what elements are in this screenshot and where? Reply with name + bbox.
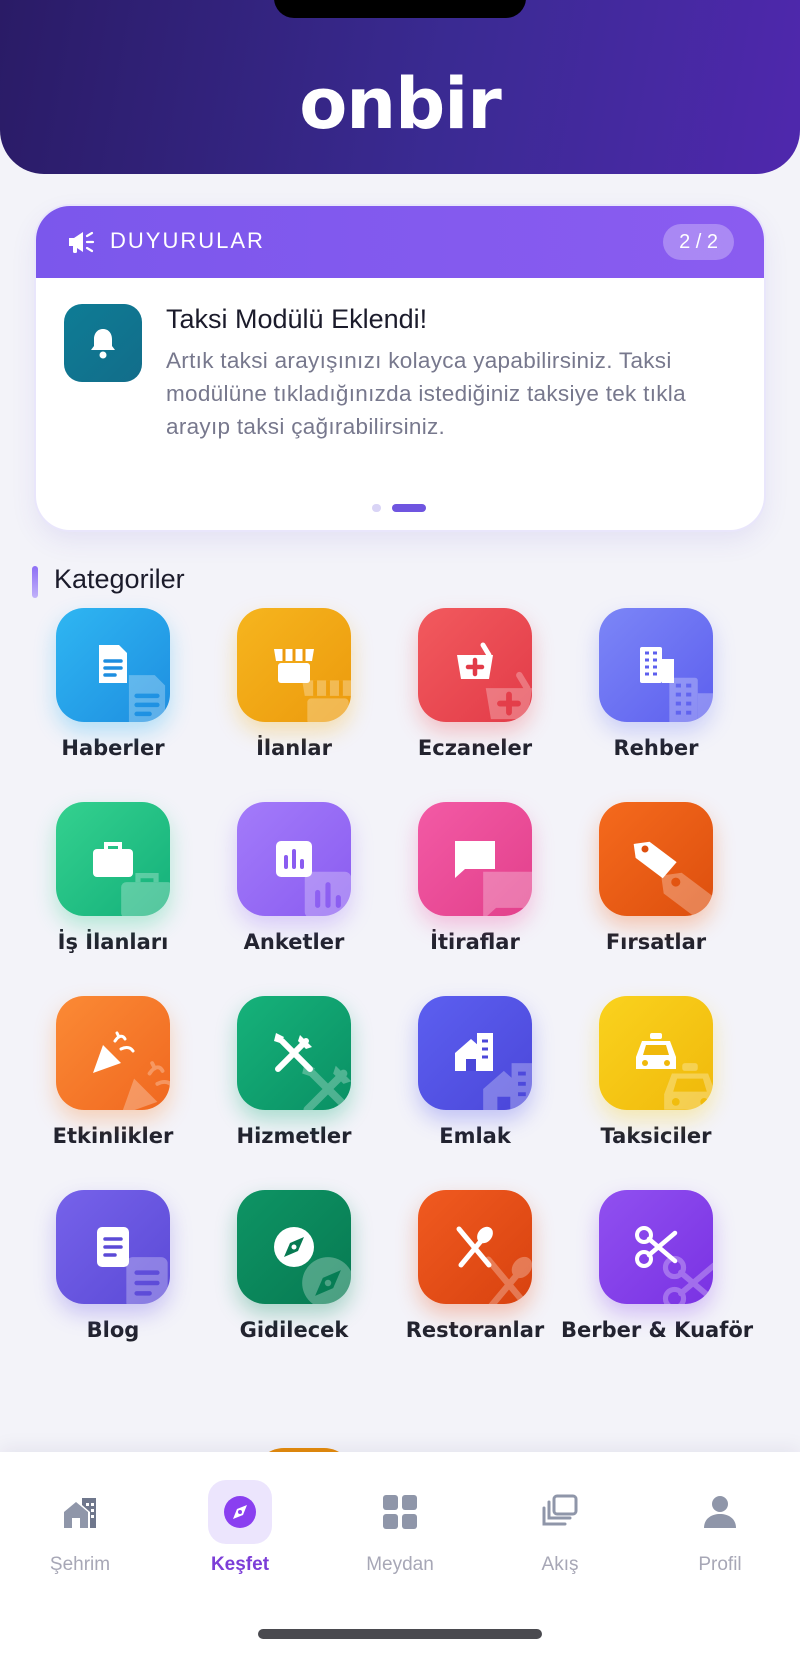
news-icon <box>99 645 127 683</box>
category-taksiciler[interactable]: Taksiciler <box>561 996 751 1148</box>
category-tile[interactable] <box>237 608 351 722</box>
chat-bubble-icon <box>455 841 495 878</box>
category-i-tiraflar[interactable]: İtiraflar <box>380 802 570 954</box>
scissors-icon <box>635 1226 678 1268</box>
category-i-ş-i-lanları[interactable]: İş İlanları <box>18 802 208 954</box>
tools-icon <box>274 1033 313 1072</box>
feed-stack-icon <box>542 1494 578 1526</box>
announcement-pager: 2 / 2 <box>663 224 734 260</box>
category-label: İlanlar <box>256 736 332 760</box>
category-label: Taksiciler <box>600 1124 712 1148</box>
carousel-dot-active[interactable] <box>392 504 426 512</box>
category-label: Rehber <box>613 736 699 760</box>
category-tile[interactable] <box>418 1190 532 1304</box>
grid-icon <box>383 1495 417 1529</box>
tab-sehrim[interactable]: Şehrim <box>0 1452 160 1576</box>
announcement-icon-tile <box>64 304 142 382</box>
category-restoranlar[interactable]: Restoranlar <box>380 1190 570 1342</box>
poll-icon <box>276 841 312 877</box>
category-label: İş İlanları <box>57 930 169 954</box>
category-tile[interactable] <box>56 996 170 1110</box>
category-rehber[interactable]: Rehber <box>561 608 751 760</box>
category-label: Berber & Kuaför <box>561 1318 754 1342</box>
carousel-dot[interactable] <box>372 504 381 512</box>
category-tile[interactable] <box>599 608 713 722</box>
announcement-title: Taksi Modülü Eklendi! <box>166 304 428 334</box>
briefcase-icon <box>93 842 133 877</box>
category-label: Etkinlikler <box>52 1124 174 1148</box>
fork-spoon-icon <box>456 1226 493 1268</box>
category-label: Eczaneler <box>417 736 533 760</box>
app-logo: onbir <box>299 63 502 145</box>
category-tile[interactable] <box>56 608 170 722</box>
storefront-icon <box>274 649 314 683</box>
category-tile[interactable] <box>237 1190 351 1304</box>
category-tile[interactable] <box>56 1190 170 1304</box>
party-popper-icon <box>93 1031 135 1073</box>
announcement-card[interactable]: DUYURULAR 2 / 2 Taksi Modülü Eklendi! Ar… <box>36 206 764 530</box>
building-icon <box>640 647 674 683</box>
announcement-body: Artık taksi arayışınızı kolayca yapabili… <box>166 348 686 439</box>
category-tile[interactable] <box>237 996 351 1110</box>
compass-icon <box>274 1227 314 1267</box>
category-anketler[interactable]: Anketler <box>199 802 389 954</box>
bottom-tab-bar: Şehrim Keşfet Meydan Akış Profil <box>0 1452 800 1654</box>
category-tile[interactable] <box>599 996 713 1110</box>
category-i-lanlar[interactable]: İlanlar <box>199 608 389 760</box>
tab-profil[interactable]: Profil <box>640 1452 800 1576</box>
category-label: İtiraflar <box>430 930 520 954</box>
tab-meydan[interactable]: Meydan <box>320 1452 480 1576</box>
category-tile[interactable] <box>599 1190 713 1304</box>
document-icon <box>97 1227 129 1267</box>
category-label: Emlak <box>439 1124 511 1148</box>
user-icon <box>704 1496 736 1528</box>
section-title: Kategoriler <box>54 564 185 594</box>
app-header: onbir <box>0 0 800 174</box>
pharmacy-icon <box>457 642 493 679</box>
category-eczaneler[interactable]: Eczaneler <box>380 608 570 760</box>
device-notch <box>274 0 526 18</box>
section-accent-bar <box>32 566 38 598</box>
category-tile[interactable] <box>418 996 532 1110</box>
category-tile[interactable] <box>599 802 713 916</box>
tab-akis[interactable]: Akış <box>480 1452 640 1576</box>
announcement-section-title: DUYURULAR <box>110 228 265 253</box>
tag-icon <box>633 841 677 879</box>
category-tile[interactable] <box>418 608 532 722</box>
category-label: Fırsatlar <box>605 930 707 954</box>
house-icon <box>455 1033 493 1071</box>
category-gidilecek[interactable]: Gidilecek <box>199 1190 389 1342</box>
category-tile[interactable] <box>418 802 532 916</box>
category-label: Haberler <box>61 736 165 760</box>
tab-kesfet[interactable]: Keşfet <box>160 1452 320 1576</box>
taxi-icon <box>636 1033 676 1069</box>
category-tile[interactable] <box>237 802 351 916</box>
home-indicator <box>258 1629 542 1639</box>
category-etkinlikler[interactable]: Etkinlikler <box>18 996 208 1148</box>
category-label: Restoranlar <box>405 1318 545 1342</box>
announcement-header: DUYURULAR 2 / 2 <box>36 206 764 278</box>
category-label: Blog <box>86 1318 140 1342</box>
bell-icon <box>91 329 115 359</box>
megaphone-icon <box>69 231 95 253</box>
city-icon <box>64 1498 96 1528</box>
category-label: Anketler <box>243 930 345 954</box>
category-hizmetler[interactable]: Hizmetler <box>199 996 389 1148</box>
compass-icon <box>224 1496 256 1528</box>
category-fırsatlar[interactable]: Fırsatlar <box>561 802 751 954</box>
category-tile[interactable] <box>56 802 170 916</box>
category-berber-kuaför[interactable]: Berber & Kuaför <box>561 1190 754 1342</box>
category-blog[interactable]: Blog <box>18 1190 208 1342</box>
category-label: Hizmetler <box>236 1124 352 1148</box>
category-haberler[interactable]: Haberler <box>18 608 208 760</box>
category-emlak[interactable]: Emlak <box>380 996 570 1148</box>
category-label: Gidilecek <box>239 1318 349 1342</box>
